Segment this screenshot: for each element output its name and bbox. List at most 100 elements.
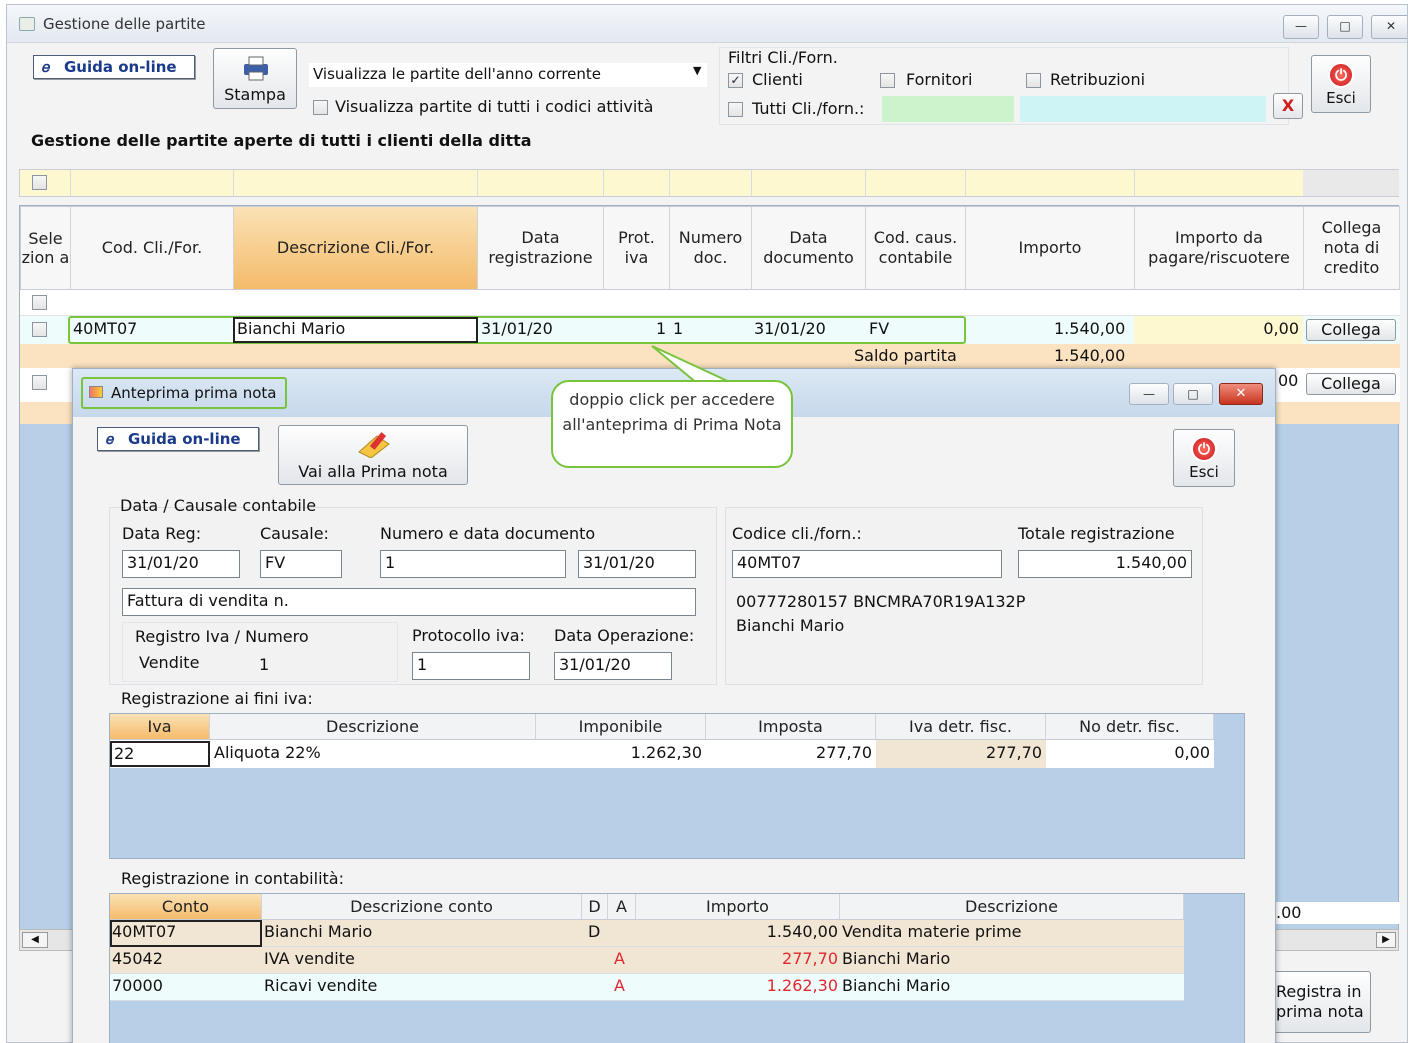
- iva-header-descrizione[interactable]: Descrizione: [210, 714, 536, 739]
- empty-row-checkbox[interactable]: [32, 295, 47, 310]
- retribuzioni-checkbox[interactable]: [1026, 73, 1041, 88]
- stampa-label: Stampa: [224, 85, 286, 104]
- dialog-esci-button[interactable]: ⏻ Esci: [1173, 429, 1235, 487]
- iva-section-title: Registrazione ai fini iva:: [121, 689, 313, 708]
- descrizione-filter-input[interactable]: [1020, 96, 1266, 122]
- iva-code-cell[interactable]: 22: [110, 741, 210, 767]
- num-doc-field[interactable]: 1: [380, 550, 566, 578]
- registro-num: 1: [259, 655, 270, 674]
- stampa-button[interactable]: Stampa: [213, 48, 297, 109]
- registro-value: Vendite: [139, 653, 200, 672]
- row2-checkbox[interactable]: [32, 375, 47, 390]
- dialog-guida-button[interactable]: 𝑒 Guida on-line: [97, 427, 259, 451]
- data-reg-field[interactable]: 31/01/20: [122, 550, 240, 578]
- registro-box: Registro Iva / Numero Vendite 1: [122, 622, 398, 682]
- header-numero-doc[interactable]: Numero doc.: [670, 207, 752, 289]
- codice-filter-input[interactable]: [882, 96, 1014, 122]
- scroll-right-icon[interactable]: ▶: [1376, 932, 1396, 948]
- header-causale[interactable]: Cod. caus. contabile: [866, 207, 966, 289]
- clear-filter-button[interactable]: X: [1273, 93, 1303, 119]
- all-codes-checkbox[interactable]: [313, 100, 328, 115]
- dialog-guida-label: Guida on-line: [128, 430, 241, 448]
- data-doc-field[interactable]: 31/01/20: [578, 550, 696, 578]
- header-cod[interactable]: Cod. Cli./For.: [71, 207, 234, 289]
- ie-icon: 𝑒: [42, 58, 50, 76]
- callout-tooltip: doppio click per accedere all'anteprima …: [551, 380, 793, 468]
- header-importo[interactable]: Importo: [966, 207, 1135, 289]
- cont-importo: 277,70: [782, 949, 838, 968]
- header-collega[interactable]: Collega nota di credito: [1304, 207, 1400, 289]
- row-num: 1: [673, 319, 684, 338]
- cont-header-descr-conto[interactable]: Descrizione conto: [262, 894, 582, 919]
- iva-header-iva[interactable]: Iva: [110, 714, 210, 739]
- protocollo-label: Protocollo iva:: [412, 626, 525, 645]
- vai-prima-nota-button[interactable]: Vai alla Prima nota: [278, 425, 468, 485]
- dialog-minimize-button[interactable]: —: [1129, 383, 1169, 405]
- close-button[interactable]: ✕: [1371, 15, 1407, 39]
- printer-icon: [244, 56, 268, 81]
- row-causale: FV: [869, 319, 890, 338]
- header-data-reg[interactable]: Data registrazione: [478, 207, 604, 289]
- clienti-checkbox[interactable]: ✓: [728, 73, 743, 88]
- ie-icon: 𝑒: [106, 430, 114, 448]
- causale-field[interactable]: FV: [260, 550, 342, 578]
- iva-header-nodetr[interactable]: No detr. fisc.: [1046, 714, 1214, 739]
- row-descrizione-cell[interactable]: Bianchi Mario: [233, 317, 478, 343]
- cont-header-a[interactable]: A: [608, 894, 636, 919]
- scroll-left-icon[interactable]: ◀: [22, 932, 48, 948]
- cont-a: A: [614, 949, 625, 968]
- header-descrizione[interactable]: Descrizione Cli./For.: [234, 207, 478, 289]
- protocollo-field[interactable]: 1: [412, 652, 530, 680]
- collega-button-2[interactable]: Collega: [1306, 373, 1396, 395]
- filter-row-checkbox[interactable]: [32, 175, 47, 190]
- dialog-app-icon: [89, 386, 103, 398]
- cont-header-descrizione[interactable]: Descrizione: [840, 894, 1184, 919]
- guida-online-button[interactable]: 𝑒 Guida on-line: [33, 55, 195, 79]
- cont-header-d[interactable]: D: [582, 894, 608, 919]
- window-title: Gestione delle partite: [43, 15, 206, 33]
- callout-text: doppio click per accedere all'anteprima …: [562, 390, 782, 434]
- esci-button[interactable]: ⏻ Esci: [1311, 55, 1371, 113]
- descrizione-field[interactable]: Fattura di vendita n.: [122, 588, 696, 616]
- grid-header: Sele zion a Cod. Cli./For. Descrizione C…: [20, 206, 1400, 290]
- cont-selected-cell[interactable]: [110, 920, 262, 947]
- row-prot: 1: [656, 319, 667, 338]
- fornitori-checkbox[interactable]: [880, 73, 895, 88]
- row-importo: 1.540,00: [1054, 319, 1126, 338]
- iva-header-detr[interactable]: Iva detr. fisc.: [876, 714, 1046, 739]
- header-selezione[interactable]: Sele zion a: [21, 207, 71, 289]
- codice-field[interactable]: 40MT07: [732, 550, 1002, 578]
- app-icon: [19, 17, 35, 31]
- data-op-field[interactable]: 31/01/20: [554, 652, 672, 680]
- minimize-button[interactable]: —: [1283, 15, 1319, 39]
- cont-header-importo[interactable]: Importo: [636, 894, 840, 919]
- tutti-checkbox[interactable]: [728, 102, 743, 117]
- table-row[interactable]: 22 Aliquota 22% 1.262,30 277,70 277,70 0…: [110, 740, 1214, 768]
- saldo-label: Saldo partita: [854, 346, 957, 365]
- header-importo-pagare[interactable]: Importo da pagare/riscuotere: [1135, 207, 1304, 289]
- cont-table-header: Conto Descrizione conto D A Importo Desc…: [110, 894, 1184, 920]
- totale-field[interactable]: 1.540,00: [1018, 550, 1192, 578]
- view-period-select[interactable]: Visualizza le partite dell'anno corrente…: [309, 63, 707, 87]
- row-checkbox[interactable]: [32, 322, 47, 337]
- dialog-close-button[interactable]: ✕: [1219, 383, 1263, 405]
- registra-prima-nota-button[interactable]: Registra in prima nota: [1271, 971, 1371, 1033]
- collega-button[interactable]: Collega: [1306, 319, 1396, 341]
- table-row[interactable]: 70000 Ricavi vendite A 1.262,30 Bianchi Mari…: [110, 974, 1184, 1001]
- iva-header-imposta[interactable]: Imposta: [706, 714, 876, 739]
- maximize-button[interactable]: □: [1327, 15, 1363, 39]
- table-row[interactable]: 40MT07 Bianchi Mario D 1.540,00 Vendita mate…: [110, 920, 1184, 947]
- row-data-doc: 31/01/20: [754, 319, 826, 338]
- iva-table: Iva Descrizione Imponibile Imposta Iva d…: [109, 713, 1245, 859]
- header-prot-iva[interactable]: Prot. iva: [604, 207, 670, 289]
- totale-label: Totale registrazione: [1018, 524, 1175, 543]
- power-icon: ⏻: [1328, 62, 1354, 88]
- cont-descr-conto: IVA vendite: [264, 949, 355, 968]
- iva-header-imponibile[interactable]: Imponibile: [536, 714, 706, 739]
- cont-header-conto[interactable]: Conto: [110, 894, 262, 919]
- grid-empty-row: [20, 290, 1400, 316]
- contabilita-table: Conto Descrizione conto D A Importo Desc…: [109, 893, 1245, 1043]
- dialog-maximize-button[interactable]: □: [1173, 383, 1213, 405]
- header-data-doc[interactable]: Data documento: [752, 207, 866, 289]
- table-row[interactable]: 45042 IVA vendite A 277,70 Bianchi Mario: [110, 947, 1184, 974]
